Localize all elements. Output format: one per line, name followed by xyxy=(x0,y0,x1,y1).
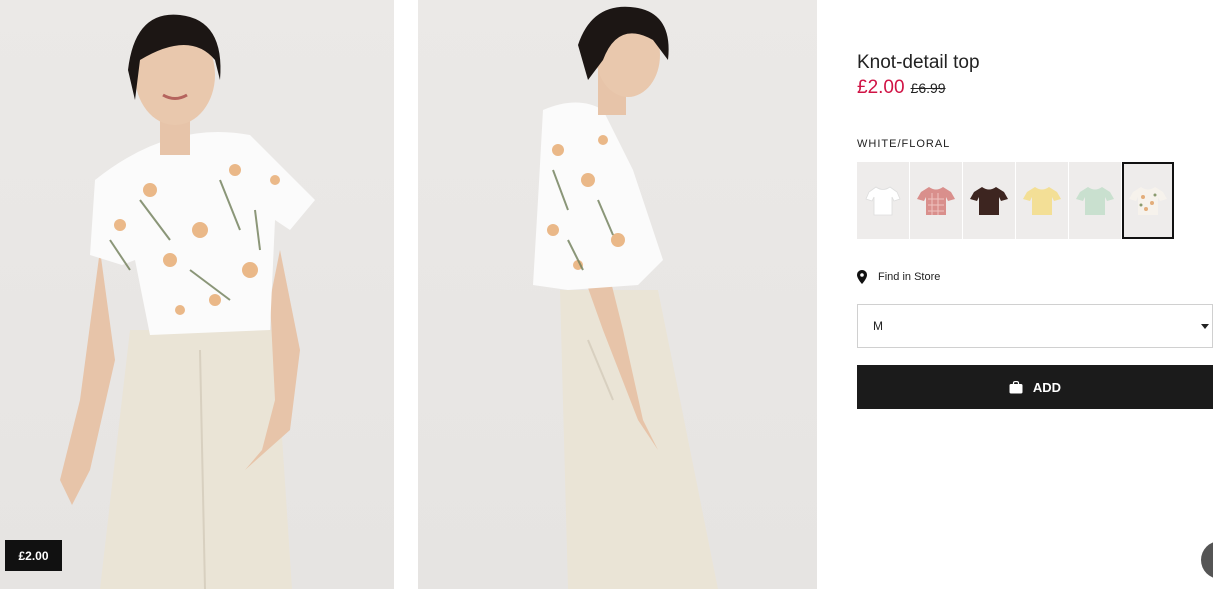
tshirt-white-floral-icon xyxy=(1129,186,1167,215)
swatch-mint-green[interactable] xyxy=(1069,162,1121,239)
model-front-illustration xyxy=(60,14,315,589)
tshirt-light-yellow-icon xyxy=(1023,186,1061,215)
swatch-light-yellow[interactable] xyxy=(1016,162,1068,239)
swatch-pink-check[interactable] xyxy=(910,162,962,239)
price-row: £2.00 £6.99 xyxy=(857,77,946,99)
tshirt-white-icon xyxy=(865,186,901,215)
swatch-dark-brown[interactable] xyxy=(963,162,1015,239)
product-image-front[interactable]: £2.00 xyxy=(0,0,394,589)
add-to-bag-button[interactable]: ADD xyxy=(857,365,1213,409)
swatch-white-floral[interactable] xyxy=(1122,162,1174,239)
add-button-label: ADD xyxy=(1032,379,1062,395)
find-in-store-link[interactable]: Find in Store xyxy=(857,270,940,284)
product-title: Knot-detail top xyxy=(857,52,980,73)
original-price: £6.99 xyxy=(910,80,946,96)
size-select-value: M xyxy=(873,319,883,333)
image-price-badge: £2.00 xyxy=(5,540,62,571)
tshirt-pink-check-icon xyxy=(917,186,955,215)
swatch-white[interactable] xyxy=(857,162,909,239)
shopping-bag-icon xyxy=(1009,380,1023,393)
color-name-label: WHITE/FLORAL xyxy=(857,138,951,150)
find-in-store-label: Find in Store xyxy=(878,271,941,283)
chevron-down-icon xyxy=(1201,324,1209,329)
current-price: £2.00 xyxy=(857,77,905,98)
tshirt-dark-brown-icon xyxy=(970,186,1008,215)
model-side-illustration xyxy=(533,6,718,589)
product-image-side[interactable] xyxy=(418,0,817,589)
tshirt-mint-green-icon xyxy=(1076,186,1114,215)
map-pin-icon xyxy=(857,270,867,284)
size-select[interactable]: M xyxy=(857,304,1213,348)
product-details-panel: Knot-detail top £2.00 £6.99 WHITE/FLORAL xyxy=(857,0,1213,589)
color-swatch-list xyxy=(857,162,1174,239)
